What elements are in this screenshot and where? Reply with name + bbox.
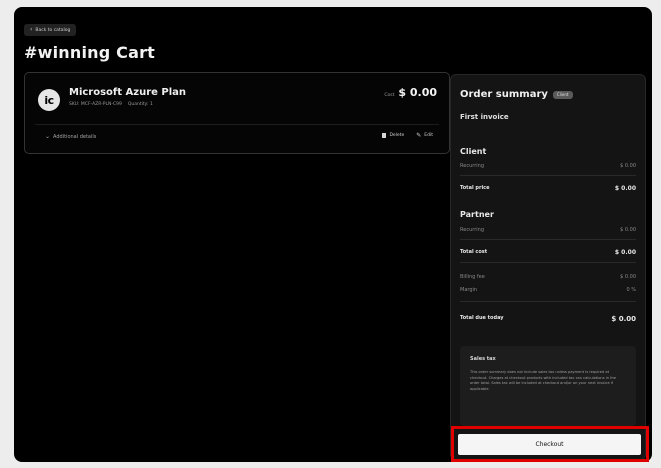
delete-button[interactable]: Delete [382,132,404,139]
order-summary-header: Order summary Client [460,89,573,100]
product-meta: SKU: MCF-AZR-PLN-C99 Quantity: 1 [69,102,153,107]
cart-item-card: ic Microsoft Azure Plan SKU: MCF-AZR-PLN… [24,72,450,154]
sales-tax-text: This order summary does not include sale… [470,370,617,391]
chevron-down-icon: ⌄ [45,133,51,140]
billing-fee-label: Billing fee [460,274,485,280]
partner-recurring-row: Recurring $ 0.00 [460,227,636,233]
back-to-catalog-label: Back to catalog [35,27,71,33]
back-to-catalog-button[interactable]: ‹ Back to catalog [24,24,77,36]
additional-details-label: Additional details [53,133,97,140]
client-total-value: $ 0.00 [614,185,636,192]
margin-row: Margin 0 % [460,287,636,293]
margin-label: Margin [460,287,478,293]
sales-tax-box: Sales tax This order summary does not in… [460,346,636,426]
client-recurring-row: Recurring $ 0.00 [460,163,636,169]
partner-heading: Partner [460,210,494,219]
total-due-label: Total due today [460,315,504,321]
sales-tax-title: Sales tax [470,356,496,362]
client-badge: Client [552,90,573,99]
order-summary-title: Order summary [460,89,548,100]
cost-label: Cost [384,93,395,98]
partner-recurring-value: $ 0.00 [620,227,636,233]
edit-button[interactable]: ✎ Edit [416,132,433,139]
delete-label: Delete [389,133,405,138]
client-recurring-label: Recurring [460,163,484,169]
margin-value: 0 % [626,287,636,293]
card-actions: Delete ✎ Edit [382,132,433,139]
partner-recurring-label: Recurring [460,227,484,233]
order-summary-panel: Order summary Client First invoice Clien… [450,74,646,460]
divider [460,239,636,240]
total-due-value: $ 0.00 [611,315,636,323]
partner-total-label: Total cost [460,249,488,255]
client-total-row: Total price $ 0.00 [460,185,636,192]
app-window: ‹ Back to catalog #winning Cart ic Micro… [14,7,652,462]
client-total-label: Total price [460,185,490,191]
partner-total-row: Total cost $ 0.00 [460,249,636,256]
product-quantity: Quantity: 1 [127,102,153,107]
pencil-icon: ✎ [416,132,422,139]
card-divider [35,124,439,125]
product-logo: ic [38,89,60,111]
total-due-row: Total due today $ 0.00 [460,315,636,323]
divider [460,262,636,263]
additional-details-toggle[interactable]: ⌄ Additional details [45,133,96,140]
client-heading: Client [460,147,487,156]
divider [460,175,636,176]
checkout-button[interactable]: Checkout [458,434,641,455]
partner-total-value: $ 0.00 [614,249,636,256]
first-invoice-label: First invoice [460,113,509,121]
product-sku: SKU: MCF-AZR-PLN-C99 [69,102,122,107]
cost-wrap: Cost $ 0.00 [384,86,437,99]
page-title: #winning Cart [24,43,156,62]
divider [460,301,636,302]
client-recurring-value: $ 0.00 [620,163,636,169]
billing-fee-value: $ 0.00 [620,274,636,280]
billing-fee-row: Billing fee $ 0.00 [460,274,636,280]
product-name: Microsoft Azure Plan [69,87,187,98]
chevron-left-icon: ‹ [30,26,33,33]
edit-label: Edit [424,133,433,138]
cost-value: $ 0.00 [398,86,437,99]
trash-icon [382,133,387,138]
